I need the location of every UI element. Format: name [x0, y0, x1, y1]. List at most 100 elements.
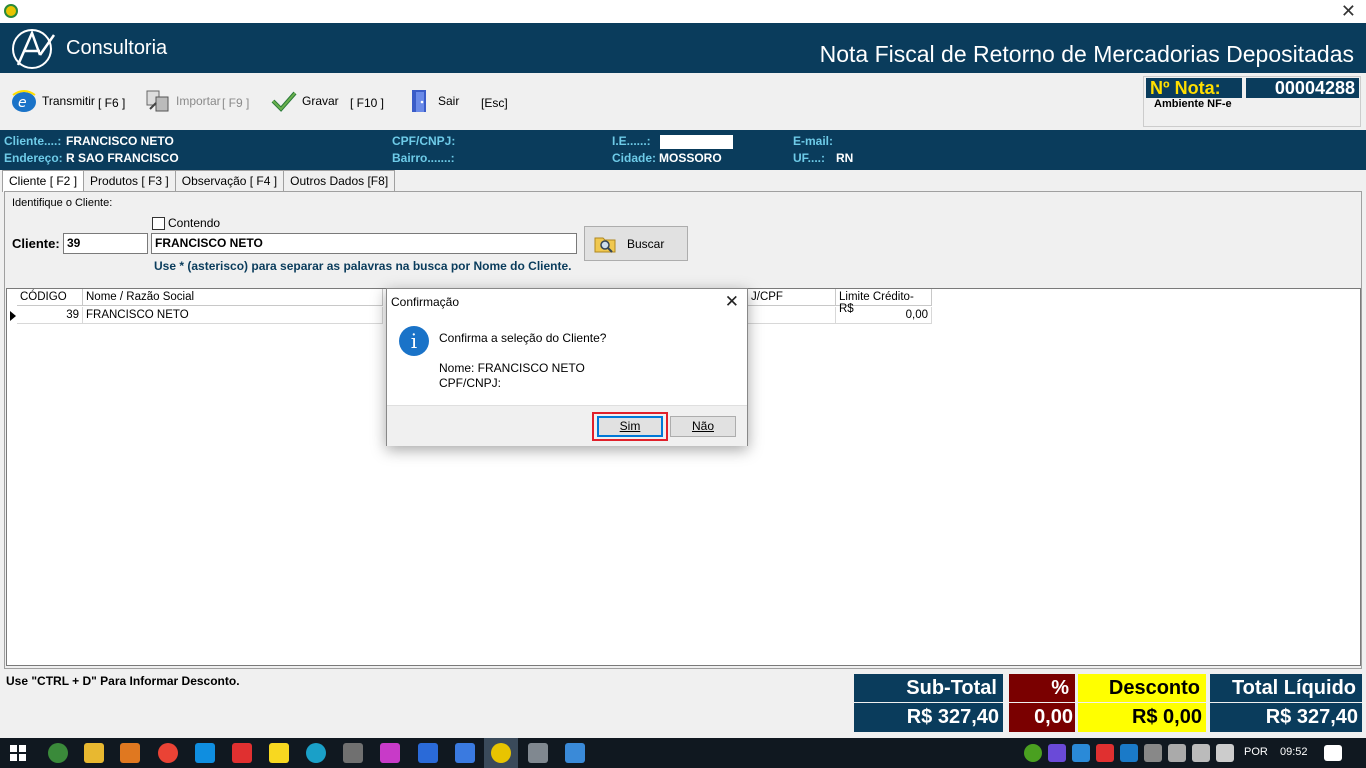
redacted-ie — [660, 135, 733, 149]
sticky-notes-icon[interactable] — [269, 743, 289, 763]
discount-hint: Use "CTRL + D" Para Informar Desconto. — [6, 674, 240, 688]
cpf-label: CPF/CNPJ: — [392, 134, 456, 148]
endereco-value: R SAO FRANCISCO — [66, 151, 179, 165]
cliente-field-label: Cliente: — [12, 236, 60, 251]
tab-produtos[interactable]: Produtos [ F3 ] — [83, 170, 176, 191]
col-cpf[interactable]: J/CPF — [748, 289, 836, 306]
group-title: Identifique o Cliente: — [12, 197, 113, 209]
notepad-icon[interactable] — [565, 743, 585, 763]
gravar-button[interactable]: Gravar — [270, 87, 339, 115]
notification-center-icon[interactable] — [1324, 745, 1342, 761]
desconto-value: R$ 0,00 — [1078, 703, 1206, 732]
sim-button[interactable]: Sim — [597, 416, 663, 437]
window-close-icon[interactable]: ✕ — [1341, 1, 1356, 22]
col-nome[interactable]: Nome / Razão Social — [83, 289, 383, 306]
subtotal-label: Sub-Total — [854, 674, 1003, 702]
sair-button[interactable]: Sair — [406, 87, 459, 115]
importar-button[interactable]: Importar — [144, 87, 221, 115]
table-cell-limite[interactable]: 0,00 — [836, 307, 932, 324]
import-icon — [146, 90, 169, 112]
transmitir-label: Transmitir — [42, 94, 95, 108]
cliente-info-label: Cliente....: — [4, 134, 62, 148]
edge-icon[interactable] — [306, 743, 326, 763]
client-info-bar: Cliente....: FRANCISCO NETO Endereço: R … — [0, 130, 1366, 170]
uf-value: RN — [836, 151, 854, 165]
app-icon — [4, 4, 18, 18]
svg-text:e: e — [18, 95, 27, 111]
skype-icon[interactable] — [195, 743, 215, 763]
tray-app-icon[interactable] — [1072, 744, 1090, 762]
cliente-code-input[interactable]: 39 — [63, 233, 148, 254]
row-pointer-icon — [10, 311, 16, 321]
tray-pen-icon[interactable] — [1048, 744, 1066, 762]
uf-label: UF....: — [793, 151, 825, 165]
chrome-icon[interactable] — [158, 743, 178, 763]
col-limite[interactable]: Limite Crédito-R$ — [836, 289, 932, 315]
anydesk-icon[interactable] — [232, 743, 252, 763]
checkbox-box[interactable] — [152, 216, 165, 230]
window-titlebar: ✕ — [0, 0, 1366, 23]
cidade-value: MOSSORO — [659, 151, 722, 165]
taskbar-app-icon-5[interactable] — [528, 743, 548, 763]
ie-label: I.E......: — [612, 134, 651, 148]
taskbar-app-icon-3[interactable] — [418, 743, 438, 763]
dialog-close-icon[interactable]: ✕ — [725, 292, 739, 312]
col-codigo[interactable]: CÓDIGO — [17, 289, 83, 306]
checkmark-icon — [271, 91, 297, 112]
tray-security-icon[interactable] — [1024, 744, 1042, 762]
sair-label: Sair — [438, 94, 460, 108]
tray-network-icon[interactable] — [1120, 744, 1138, 762]
windows-start-icon[interactable] — [10, 745, 26, 761]
table-cell-cpf[interactable] — [748, 307, 836, 324]
tray-shield-icon[interactable] — [1168, 744, 1186, 762]
tray-cloud-icon[interactable] — [1144, 744, 1162, 762]
search-folder-icon — [594, 237, 616, 253]
table-cell-codigo[interactable]: 39 — [17, 307, 83, 324]
percent-label: % — [1009, 674, 1075, 702]
logo-icon — [12, 29, 56, 69]
dialog-nome-line: Nome: FRANCISCO NETO — [439, 361, 585, 375]
tab-cliente[interactable]: Cliente [ F2 ] — [2, 170, 85, 192]
nfe-transmit-icon: e — [12, 90, 36, 112]
taskbar: POR 09:52 — [0, 738, 1366, 768]
calculator-icon[interactable] — [343, 743, 363, 763]
cliente-info-value: FRANCISCO NETO — [66, 134, 174, 148]
importar-shortcut: [ F9 ] — [222, 96, 250, 110]
dialog-message: Confirma a seleção do Cliente? — [439, 331, 607, 345]
table-cell-nome[interactable]: FRANCISCO NETO — [83, 307, 383, 324]
tray-wifi-icon[interactable] — [1192, 744, 1210, 762]
cidade-label: Cidade: — [612, 151, 657, 165]
tray-language[interactable]: POR — [1244, 746, 1268, 758]
tab-outros-dados[interactable]: Outros Dados [F8] — [283, 170, 396, 191]
gravar-label: Gravar — [302, 94, 339, 108]
taskbar-app-icon-1[interactable] — [48, 743, 68, 763]
transmitir-shortcut: [ F6 ] — [98, 96, 126, 110]
search-hint: Use * (asterisco) para separar as palavr… — [154, 259, 572, 273]
nao-button[interactable]: Não — [670, 416, 736, 437]
nfe-app-icon[interactable] — [491, 743, 511, 763]
page-title: Nota Fiscal de Retorno de Mercadorias De… — [819, 41, 1354, 67]
importar-label: Importar — [176, 94, 221, 108]
sublime-text-icon[interactable] — [120, 743, 140, 763]
file-explorer-icon[interactable] — [84, 743, 104, 763]
transmitir-button[interactable]: e Transmitir — [10, 87, 95, 115]
taskbar-app-icon-2[interactable] — [380, 743, 400, 763]
taskbar-app-icon-4[interactable] — [455, 743, 475, 763]
tab-observacao[interactable]: Observação [ F4 ] — [174, 170, 285, 191]
buscar-button[interactable]: Buscar — [584, 226, 688, 261]
dialog-footer: Sim Não — [387, 405, 747, 446]
endereco-label: Endereço: — [4, 151, 63, 165]
sair-shortcut: [Esc] — [481, 96, 508, 110]
nota-panel: Nº Nota: 00004288 Ambiente NF-e — [1143, 76, 1361, 127]
cliente-name-input[interactable]: FRANCISCO NETO — [151, 233, 577, 254]
tray-clock[interactable]: 09:52 — [1280, 746, 1308, 758]
bairro-label: Bairro.......: — [392, 151, 455, 165]
contendo-checkbox[interactable]: Contendo — [152, 216, 220, 230]
percent-value: 0,00 — [1009, 703, 1075, 732]
tray-anydesk-icon[interactable] — [1096, 744, 1114, 762]
desconto-label: Desconto — [1078, 674, 1206, 702]
tray-volume-icon[interactable] — [1216, 744, 1234, 762]
exit-door-icon — [412, 90, 426, 112]
tab-strip: Cliente [ F2 ] Produtos [ F3 ] Observaçã… — [2, 170, 396, 192]
confirm-dialog: Confirmação ✕ i Confirma a seleção do Cl… — [386, 288, 748, 446]
